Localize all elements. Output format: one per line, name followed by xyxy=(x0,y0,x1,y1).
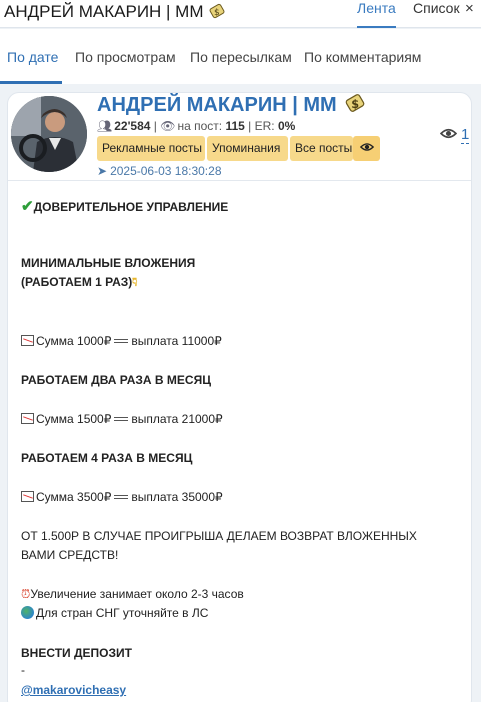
post-card: АНДРЕЙ МАКАРИН | ММ $ 👥︎ 22'584 | 👁︎ на по… xyxy=(7,92,472,702)
equals-icon xyxy=(114,417,129,421)
sort-tab-date[interactable]: По дате xyxy=(7,49,58,65)
sort-tab-comments[interactable]: По комментариям xyxy=(304,49,421,65)
channel-name-text: АНДРЕЙ МАКАРИН | ММ xyxy=(97,94,337,116)
sum-3-payout: выплата 35000₽ xyxy=(131,490,223,504)
eye-icon: 👁︎ xyxy=(160,119,176,133)
channel-stats: 👥︎ 22'584 | 👁︎ на пост: 115 | ER: 0% xyxy=(97,119,296,133)
active-tab-indicator xyxy=(0,81,62,84)
svg-text:$: $ xyxy=(352,98,360,111)
sum-line-1: Сумма 1000₽ выплата 11000₽ xyxy=(21,334,222,348)
sum-line-3: Сумма 3500₽ выплата 35000₽ xyxy=(21,490,223,504)
sum-1-payout: выплата 11000₽ xyxy=(131,334,222,348)
er-label: ER: xyxy=(254,119,275,133)
sort-tab-forwards[interactable]: По пересылкам xyxy=(190,49,292,65)
four-times-line: РАБОТАЕМ 4 РАЗА В МЕСЯЦ xyxy=(21,451,193,465)
per-post-label: на пост: xyxy=(177,119,223,133)
ad-posts-button[interactable]: Рекламные посты xyxy=(97,136,205,161)
sort-tab-views[interactable]: По просмотрам xyxy=(75,49,176,65)
globe-icon xyxy=(21,606,34,619)
dash-line: - xyxy=(21,663,25,677)
check-icon: ✔ xyxy=(21,198,34,215)
post-heading: ✔ДОВЕРИТЕЛЬНОЕ УПРАВЛЕНИЕ xyxy=(21,197,228,215)
sum-2-payout: выплата 21000₽ xyxy=(131,412,223,426)
min-invest-note-text: (РАБОТАЕМ 1 РАЗ) xyxy=(21,275,133,289)
sum-line-2: Сумма 1500₽ выплата 21000₽ xyxy=(21,412,223,426)
money-bag-icon: $ xyxy=(209,3,225,24)
sort-bar: По дате По просмотрам По пересылкам По к… xyxy=(0,29,481,84)
per-post-value: 115 xyxy=(225,119,245,133)
paper-plane-icon: ➤ xyxy=(97,164,108,178)
divider xyxy=(8,180,471,181)
money-bag-icon: $ xyxy=(345,93,365,119)
post-datetime-text: 2025-06-03 18:30:28 xyxy=(110,164,222,178)
channel-name[interactable]: АНДРЕЙ МАКАРИН | ММ $ xyxy=(97,93,365,119)
min-invest-line: МИНИМАЛЬНЫЕ ВЛОЖЕНИЯ xyxy=(21,256,196,270)
window-title-text: АНДРЕЙ МАКАРИН | ММ xyxy=(4,2,204,21)
equals-icon xyxy=(114,339,129,343)
mentions-button[interactable]: Упоминания xyxy=(207,136,288,161)
avatar[interactable] xyxy=(11,96,87,172)
cis-line: Для стран СНГ уточняйте в ЛС xyxy=(21,606,208,620)
refund-line-1: ОТ 1.500Р В СЛУЧАЕ ПРОИГРЫША ДЕЛАЕМ ВОЗВ… xyxy=(21,529,417,543)
duration-text: Увеличение занимает около 2-3 часов xyxy=(30,587,244,601)
window-header: АНДРЕЙ МАКАРИН | ММ $ Лента Список × xyxy=(0,0,481,28)
sum-3-amount: Сумма 3500₽ xyxy=(36,490,112,504)
all-posts-button[interactable]: Все посты xyxy=(290,136,353,161)
sum-2-amount: Сумма 1500₽ xyxy=(36,412,112,426)
tab-list[interactable]: Список xyxy=(413,0,460,28)
sum-1-amount: Сумма 1000₽ xyxy=(36,334,112,348)
duration-line: ⏰︎Увеличение занимает около 2-3 часов xyxy=(21,587,244,602)
tab-feed[interactable]: Лента xyxy=(357,0,396,28)
close-icon[interactable]: × xyxy=(465,0,474,17)
eye-icon xyxy=(439,128,458,139)
refund-line-2: ВАМИ СРЕДСТВ! xyxy=(21,548,119,562)
window-title: АНДРЕЙ МАКАРИН | ММ $ xyxy=(4,2,225,24)
min-invest-note: (РАБОТАЕМ 1 РАЗ)👇︎ xyxy=(21,275,137,290)
people-icon: 👥︎ xyxy=(97,119,113,133)
svg-text:$: $ xyxy=(214,8,220,18)
views-count: 1 xyxy=(461,126,470,144)
deposit-line: ВНЕСТИ ДЕПОЗИТ xyxy=(21,646,132,660)
chart-icon xyxy=(21,413,34,424)
contact-link[interactable]: @makarovicheasy xyxy=(21,683,126,697)
point-down-icon: 👇︎ xyxy=(132,275,138,289)
post-datetime[interactable]: ➤ 2025-06-03 18:30:28 xyxy=(97,164,222,178)
alarm-clock-icon: ⏰︎ xyxy=(21,587,31,601)
chart-icon xyxy=(21,335,34,346)
cis-text: Для стран СНГ уточняйте в ЛС xyxy=(36,606,209,620)
er-value: 0% xyxy=(278,119,296,133)
subscribers-count: 22'584 xyxy=(114,119,151,133)
chart-icon xyxy=(21,491,34,502)
eye-icon-button[interactable] xyxy=(353,136,380,161)
views-counter[interactable]: 1 xyxy=(439,126,470,144)
twice-month-line: РАБОТАЕМ ДВА РАЗА В МЕСЯЦ xyxy=(21,373,211,387)
equals-icon xyxy=(114,495,129,499)
post-heading-text: ДОВЕРИТЕЛЬНОЕ УПРАВЛЕНИЕ xyxy=(33,200,229,214)
